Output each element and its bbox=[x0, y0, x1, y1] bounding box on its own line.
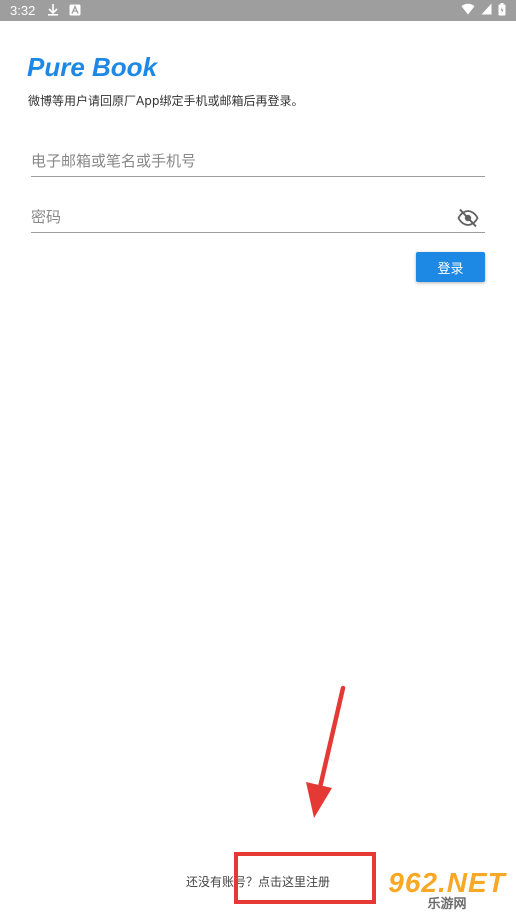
watermark-logo: 962.NET 乐游网 bbox=[378, 864, 516, 917]
status-bar: 3:32 bbox=[0, 0, 516, 21]
email-input[interactable] bbox=[31, 145, 485, 176]
battery-icon bbox=[498, 2, 506, 19]
signal-icon bbox=[481, 3, 492, 18]
login-button[interactable]: 登录 bbox=[416, 252, 485, 282]
status-time: 3:32 bbox=[10, 3, 36, 18]
annotation-highlight-box bbox=[234, 852, 376, 904]
password-input[interactable] bbox=[31, 201, 485, 232]
notification-a-icon bbox=[69, 4, 81, 18]
email-field-wrapper bbox=[31, 145, 485, 177]
eye-off-icon[interactable] bbox=[457, 207, 479, 229]
status-icons bbox=[461, 2, 506, 19]
password-field-wrapper bbox=[31, 201, 485, 233]
watermark-brand: 962.NET bbox=[388, 866, 506, 898]
app-title: Pure Book bbox=[27, 52, 158, 82]
download-icon bbox=[47, 3, 59, 18]
login-hint: 微博等用户请回原厂App绑定手机或邮箱后再登录。 bbox=[28, 94, 304, 108]
annotation-arrow bbox=[306, 685, 346, 818]
watermark-sub: 乐游网 bbox=[427, 896, 467, 912]
wifi-icon bbox=[461, 3, 475, 18]
